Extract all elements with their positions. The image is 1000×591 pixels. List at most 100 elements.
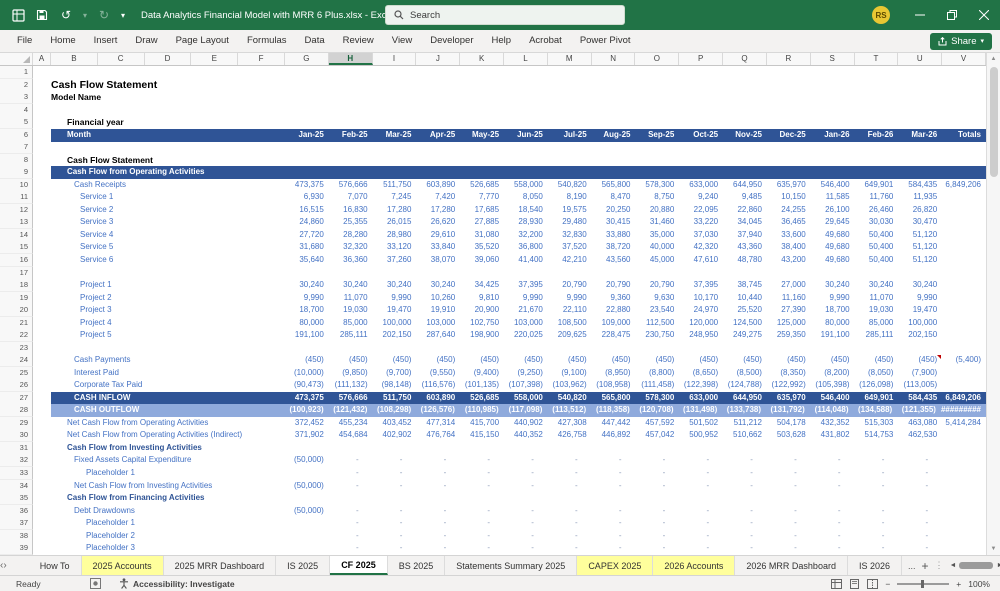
cell[interactable] (33, 241, 51, 254)
cell[interactable] (679, 66, 723, 79)
cell[interactable] (898, 91, 942, 104)
cell[interactable] (373, 267, 417, 280)
cell[interactable]: 565,800 (591, 391, 636, 405)
cell[interactable]: 30,240 (855, 279, 899, 292)
cell[interactable]: 25,355 (329, 216, 373, 229)
cell[interactable] (33, 254, 51, 267)
cell[interactable]: - (636, 542, 680, 555)
cell[interactable]: 565,800 (592, 179, 636, 192)
cell[interactable] (33, 79, 51, 92)
cell[interactable]: - (592, 530, 636, 543)
row-number[interactable]: 24 (0, 354, 33, 368)
cell[interactable]: - (679, 505, 723, 518)
cell[interactable] (33, 191, 51, 204)
row-number[interactable]: 3 (0, 91, 33, 105)
cell[interactable] (854, 166, 899, 180)
ribbon-tab-view[interactable]: View (383, 30, 421, 52)
select-all-corner[interactable] (0, 53, 33, 65)
tab-nav-right-icon[interactable]: › (3, 556, 6, 575)
row-number[interactable]: 20 (0, 304, 33, 318)
row-number[interactable]: 34 (0, 479, 33, 493)
cell[interactable]: Totals (942, 128, 986, 142)
cell[interactable] (460, 492, 504, 505)
cell[interactable] (33, 204, 51, 217)
cell[interactable] (942, 480, 986, 493)
cell[interactable]: 27,885 (460, 216, 504, 229)
cell[interactable] (592, 342, 636, 355)
cell[interactable]: (126,576) (416, 404, 460, 418)
cell[interactable]: - (723, 467, 767, 480)
cell[interactable]: 26,015 (373, 216, 417, 229)
cell[interactable] (460, 267, 504, 280)
ribbon-tab-formulas[interactable]: Formulas (238, 30, 296, 52)
cell[interactable] (329, 79, 373, 92)
cell[interactable] (898, 442, 942, 455)
cell[interactable]: 85,000 (855, 317, 899, 330)
cell[interactable] (855, 116, 899, 129)
cell[interactable]: (50,000) (285, 505, 329, 518)
cell[interactable] (373, 442, 417, 455)
cell[interactable]: Jul-25 (547, 128, 592, 142)
cell[interactable]: 10,150 (767, 191, 811, 204)
cell[interactable] (416, 104, 460, 117)
cell[interactable] (548, 66, 592, 79)
cell[interactable]: 17,280 (373, 204, 417, 217)
cell[interactable] (811, 267, 855, 280)
cell[interactable] (855, 267, 899, 280)
cell[interactable] (460, 91, 504, 104)
cell[interactable]: - (329, 467, 373, 480)
cell[interactable]: 9,360 (592, 292, 636, 305)
cell[interactable]: 103,000 (504, 317, 548, 330)
cell[interactable]: 5,414,284 (942, 417, 986, 430)
column-header-U[interactable]: U (898, 53, 943, 65)
cell[interactable]: 402,902 (373, 429, 417, 442)
cell[interactable]: - (855, 467, 899, 480)
cell[interactable]: - (723, 454, 767, 467)
cell[interactable]: 45,000 (636, 254, 680, 267)
cell[interactable]: 7,245 (373, 191, 417, 204)
cell[interactable]: - (811, 505, 855, 518)
cell[interactable]: (450) (373, 354, 417, 367)
cell[interactable] (811, 442, 855, 455)
cell[interactable]: 510,662 (723, 429, 767, 442)
cell[interactable]: 27,720 (285, 229, 329, 242)
account-avatar[interactable]: RS (872, 6, 890, 24)
cell[interactable] (548, 79, 592, 92)
sheet-tab-cf-2025[interactable]: CF 2025 (330, 556, 388, 575)
cell[interactable] (416, 154, 460, 167)
cell[interactable] (460, 442, 504, 455)
excel-app-icon[interactable] (7, 4, 29, 26)
cell[interactable]: 633,000 (679, 391, 724, 405)
cell[interactable]: 36,465 (767, 216, 811, 229)
sheet-tab-is-2025[interactable]: IS 2025 (276, 556, 331, 575)
ribbon-tab-home[interactable]: Home (41, 30, 84, 52)
column-header-T[interactable]: T (855, 53, 899, 65)
cell[interactable]: 30,415 (592, 216, 636, 229)
row-number[interactable]: 33 (0, 467, 33, 480)
cell[interactable] (942, 191, 986, 204)
cell[interactable]: - (898, 517, 942, 530)
cell[interactable] (942, 79, 986, 92)
cell[interactable]: 30,470 (898, 216, 942, 229)
row-number[interactable]: 12 (0, 203, 33, 217)
cell[interactable]: 37,395 (679, 279, 723, 292)
cell[interactable]: - (548, 467, 592, 480)
cell[interactable]: - (723, 542, 767, 555)
cell[interactable]: Jan-26 (810, 128, 855, 142)
sheet-tab-2025-mrr-dashboard[interactable]: 2025 MRR Dashboard (164, 556, 277, 575)
cell[interactable]: 16,830 (329, 204, 373, 217)
cell[interactable] (548, 342, 592, 355)
cell[interactable]: - (679, 517, 723, 530)
cell[interactable]: (121,355) (897, 404, 941, 418)
cell[interactable] (33, 104, 51, 117)
cell[interactable] (285, 442, 329, 455)
cell[interactable] (329, 91, 373, 104)
cell[interactable]: 33,600 (767, 229, 811, 242)
cell[interactable]: - (898, 542, 942, 555)
cell[interactable]: Nov-25 (723, 128, 767, 142)
row-label[interactable]: Cash Flow from Operating Activities (51, 166, 285, 180)
cell[interactable] (373, 116, 417, 129)
row-number[interactable]: 5 (0, 116, 33, 130)
cell[interactable] (767, 141, 811, 154)
cell[interactable]: (8,500) (723, 367, 767, 380)
